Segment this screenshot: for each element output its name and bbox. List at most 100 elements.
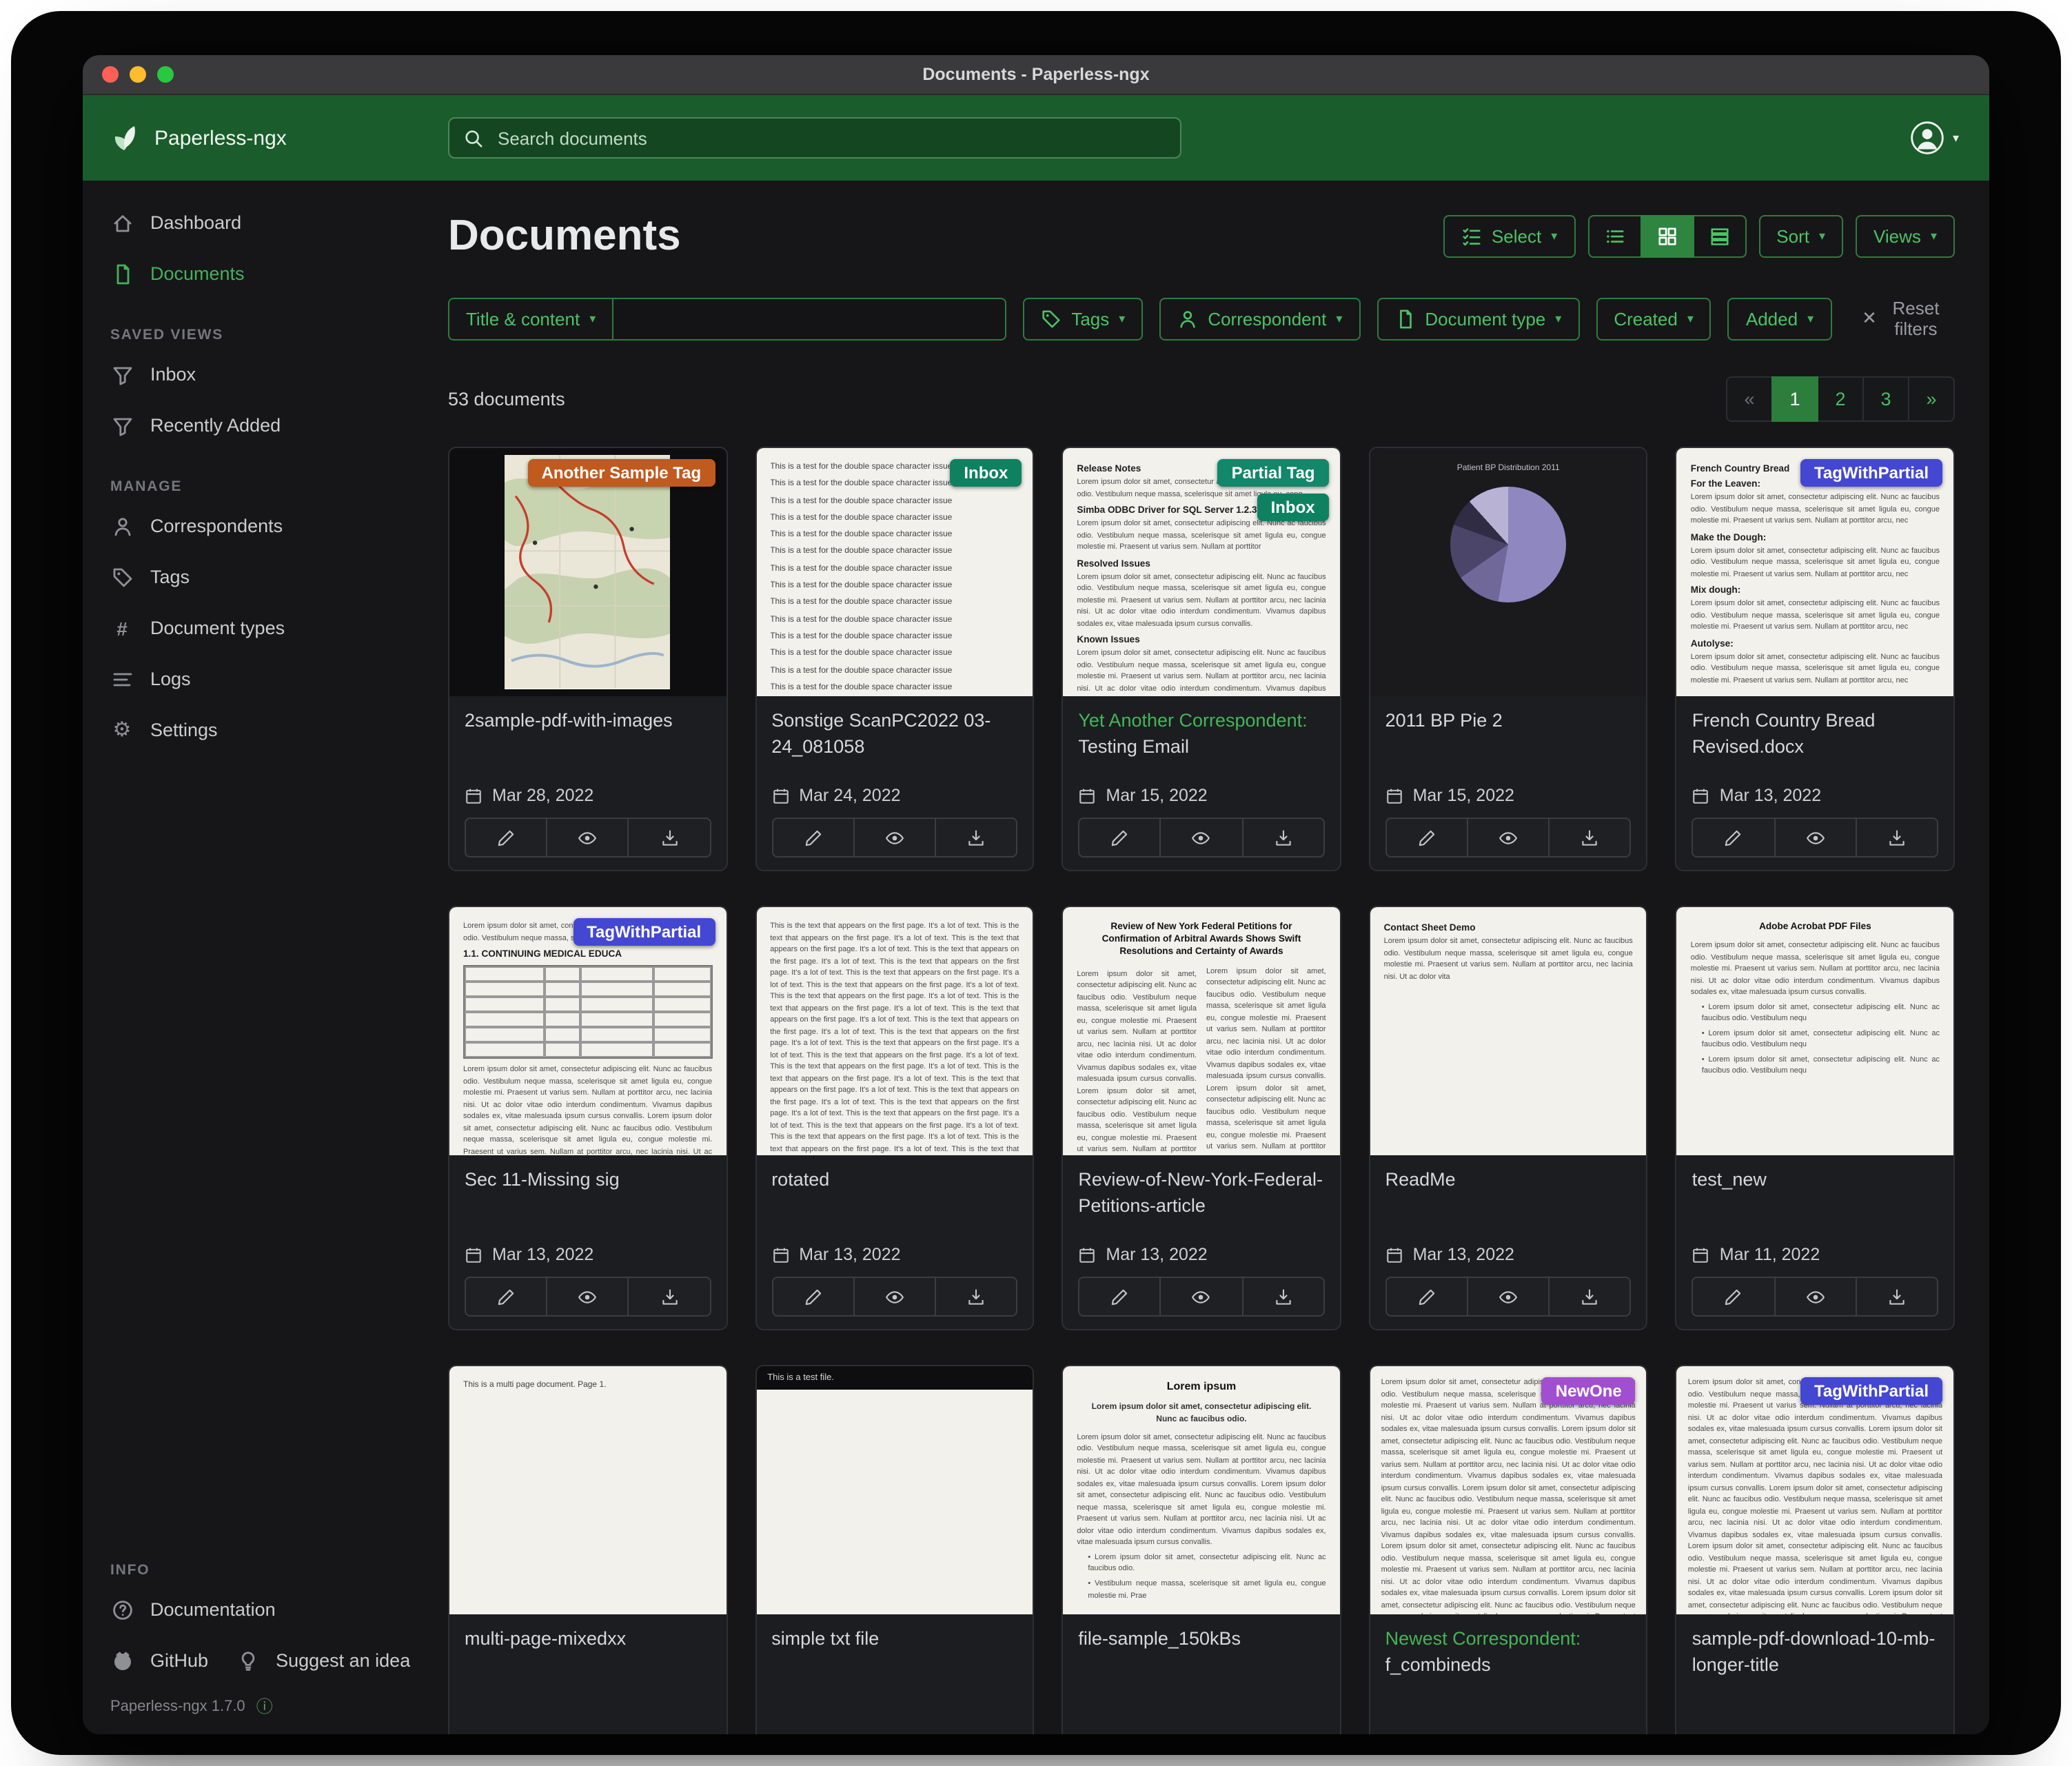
- document-card[interactable]: Lorem ipsum dolor sit amet, consectetur …: [1369, 1365, 1648, 1734]
- edit-button[interactable]: [1078, 1277, 1161, 1317]
- download-button[interactable]: [1241, 818, 1324, 857]
- minimize-window-button[interactable]: [130, 66, 146, 83]
- document-thumbnail[interactable]: Lorem ipsumLorem ipsum dolor sit amet, c…: [1063, 1366, 1339, 1614]
- tag-badge[interactable]: Inbox: [1257, 494, 1329, 521]
- download-button[interactable]: [628, 1277, 711, 1317]
- title-content-dropdown[interactable]: Title & content ▾: [448, 297, 613, 340]
- sidebar-item-documents[interactable]: Documents: [83, 248, 414, 299]
- download-button[interactable]: [1856, 1277, 1938, 1317]
- added-filter-button[interactable]: Added ▾: [1728, 297, 1831, 340]
- document-title[interactable]: Review-of-New-York-Federal-Petitions-art…: [1078, 1168, 1324, 1220]
- sidebar-item-settings[interactable]: ⚙ Settings: [83, 704, 414, 755]
- download-button[interactable]: [935, 1277, 1017, 1317]
- document-thumbnail[interactable]: Review of New York Federal Petitions for…: [1063, 907, 1339, 1155]
- grid-view-button[interactable]: [1640, 214, 1694, 257]
- preview-button[interactable]: [546, 1277, 629, 1317]
- document-thumbnail[interactable]: Another Sample Tag: [449, 448, 726, 696]
- pagination-page-3[interactable]: 3: [1862, 376, 1909, 422]
- sidebar-item-recently-added[interactable]: Recently Added: [83, 400, 414, 451]
- document-title[interactable]: Newest Correspondent: f_combineds: [1385, 1627, 1632, 1679]
- edit-button[interactable]: [1385, 1277, 1468, 1317]
- document-title[interactable]: rotated: [771, 1168, 1017, 1220]
- document-card[interactable]: French Country BreadFor the Leaven:Lorem…: [1676, 447, 1955, 871]
- preview-button[interactable]: [1467, 818, 1550, 857]
- reset-filters-button[interactable]: ✕ Reset filters: [1853, 296, 1955, 341]
- document-card[interactable]: Lorem ipsumLorem ipsum dolor sit amet, c…: [1062, 1365, 1341, 1734]
- preview-button[interactable]: [1160, 1277, 1243, 1317]
- zoom-window-button[interactable]: [157, 66, 174, 83]
- edit-button[interactable]: [1078, 818, 1161, 857]
- detail-view-button[interactable]: [1692, 214, 1746, 257]
- select-button[interactable]: Select ▾: [1443, 214, 1575, 257]
- document-card[interactable]: This is a test file. simple txt file: [755, 1365, 1034, 1734]
- pagination-prev[interactable]: «: [1726, 376, 1773, 422]
- pagination-page-2[interactable]: 2: [1817, 376, 1864, 422]
- document-card[interactable]: This is the text that appears on the fir…: [755, 906, 1034, 1330]
- info-icon[interactable]: ⓘ: [256, 1694, 273, 1718]
- document-thumbnail[interactable]: Contact Sheet DemoLorem ipsum dolor sit …: [1370, 907, 1647, 1155]
- document-thumbnail[interactable]: Adobe Acrobat PDF FilesLorem ipsum dolor…: [1677, 907, 1953, 1155]
- preview-button[interactable]: [1160, 818, 1243, 857]
- tag-badge[interactable]: NewOne: [1542, 1377, 1636, 1405]
- preview-button[interactable]: [1467, 1277, 1550, 1317]
- document-title[interactable]: Yet Another Correspondent: Testing Email: [1078, 709, 1324, 761]
- preview-button[interactable]: [1774, 818, 1856, 857]
- document-title[interactable]: French Country Bread Revised.docx: [1692, 709, 1938, 761]
- tag-badge[interactable]: Inbox: [950, 459, 1022, 487]
- filter-text-input[interactable]: [613, 297, 1006, 340]
- sidebar-item-document-types[interactable]: # Document types: [83, 602, 414, 653]
- document-title[interactable]: Sec 11-Missing sig: [465, 1168, 711, 1220]
- preview-button[interactable]: [546, 818, 629, 857]
- document-card[interactable]: Adobe Acrobat PDF FilesLorem ipsum dolor…: [1676, 906, 1955, 1330]
- preview-button[interactable]: [1774, 1277, 1856, 1317]
- sort-button[interactable]: Sort ▾: [1758, 214, 1843, 257]
- sidebar-item-github[interactable]: GitHub: [83, 1635, 208, 1686]
- document-title[interactable]: 2011 BP Pie 2: [1385, 709, 1632, 761]
- sidebar-item-dashboard[interactable]: Dashboard: [83, 197, 414, 248]
- document-thumbnail[interactable]: Release NotesLorem ipsum dolor sit amet,…: [1063, 448, 1339, 696]
- document-card[interactable]: Review of New York Federal Petitions for…: [1062, 906, 1341, 1330]
- document-thumbnail[interactable]: Patient BP Distribution 2011: [1370, 448, 1647, 696]
- tag-badge[interactable]: TagWithPartial: [573, 918, 715, 946]
- document-title[interactable]: ReadMe: [1385, 1168, 1632, 1220]
- document-thumbnail[interactable]: This is the text that appears on the fir…: [756, 907, 1033, 1155]
- tag-badge[interactable]: Partial Tag: [1218, 459, 1329, 487]
- document-title[interactable]: sample-pdf-download-10-mb-longer-title: [1692, 1627, 1938, 1679]
- document-thumbnail[interactable]: French Country BreadFor the Leaven:Lorem…: [1677, 448, 1953, 696]
- document-card[interactable]: Patient BP Distribution 2011 2011 BP Pie…: [1369, 447, 1648, 871]
- document-card[interactable]: This is a multi page document. Page 1. m…: [448, 1365, 727, 1734]
- search-input[interactable]: [495, 126, 1166, 150]
- download-button[interactable]: [1548, 1277, 1631, 1317]
- document-title[interactable]: test_new: [1692, 1168, 1938, 1220]
- download-button[interactable]: [1548, 818, 1631, 857]
- sidebar-item-correspondents[interactable]: Correspondents: [83, 500, 414, 551]
- pagination-next[interactable]: »: [1908, 376, 1955, 422]
- views-button[interactable]: Views ▾: [1856, 214, 1955, 257]
- document-title[interactable]: Sonstige ScanPC2022 03-24_081058: [771, 709, 1017, 761]
- brand[interactable]: Paperless-ngx: [83, 121, 448, 154]
- document-thumbnail[interactable]: Lorem ipsum dolor sit amet, consectetur …: [1677, 1366, 1953, 1614]
- document-thumbnail[interactable]: This is a test file.: [756, 1366, 1033, 1614]
- sidebar-item-tags[interactable]: Tags: [83, 551, 414, 602]
- preview-button[interactable]: [853, 1277, 936, 1317]
- edit-button[interactable]: [1692, 1277, 1775, 1317]
- document-correspondent[interactable]: Newest Correspondent:: [1385, 1628, 1581, 1649]
- document-thumbnail[interactable]: Lorem ipsum dolor sit amet, consectetur …: [1370, 1366, 1647, 1614]
- document-title[interactable]: file-sample_150kBs: [1078, 1627, 1324, 1679]
- tag-badge[interactable]: TagWithPartial: [1800, 459, 1942, 487]
- document-card[interactable]: Lorem ipsum dolor sit amet, consectetur …: [448, 906, 727, 1330]
- edit-button[interactable]: [465, 818, 547, 857]
- sidebar-item-inbox[interactable]: Inbox: [83, 349, 414, 400]
- edit-button[interactable]: [465, 1277, 547, 1317]
- document-card[interactable]: Contact Sheet DemoLorem ipsum dolor sit …: [1369, 906, 1648, 1330]
- tags-filter-button[interactable]: Tags ▾: [1023, 297, 1143, 340]
- edit-button[interactable]: [1385, 818, 1468, 857]
- document-thumbnail[interactable]: This is a test for the double space char…: [756, 448, 1033, 696]
- download-button[interactable]: [1241, 1277, 1324, 1317]
- download-button[interactable]: [1856, 818, 1938, 857]
- document-correspondent[interactable]: Yet Another Correspondent:: [1078, 710, 1307, 731]
- pagination-page-1[interactable]: 1: [1771, 376, 1818, 422]
- document-thumbnail[interactable]: This is a multi page document. Page 1.: [449, 1366, 726, 1614]
- sidebar-item-suggest-idea[interactable]: Suggest an idea: [208, 1635, 410, 1686]
- tag-badge[interactable]: TagWithPartial: [1800, 1377, 1942, 1405]
